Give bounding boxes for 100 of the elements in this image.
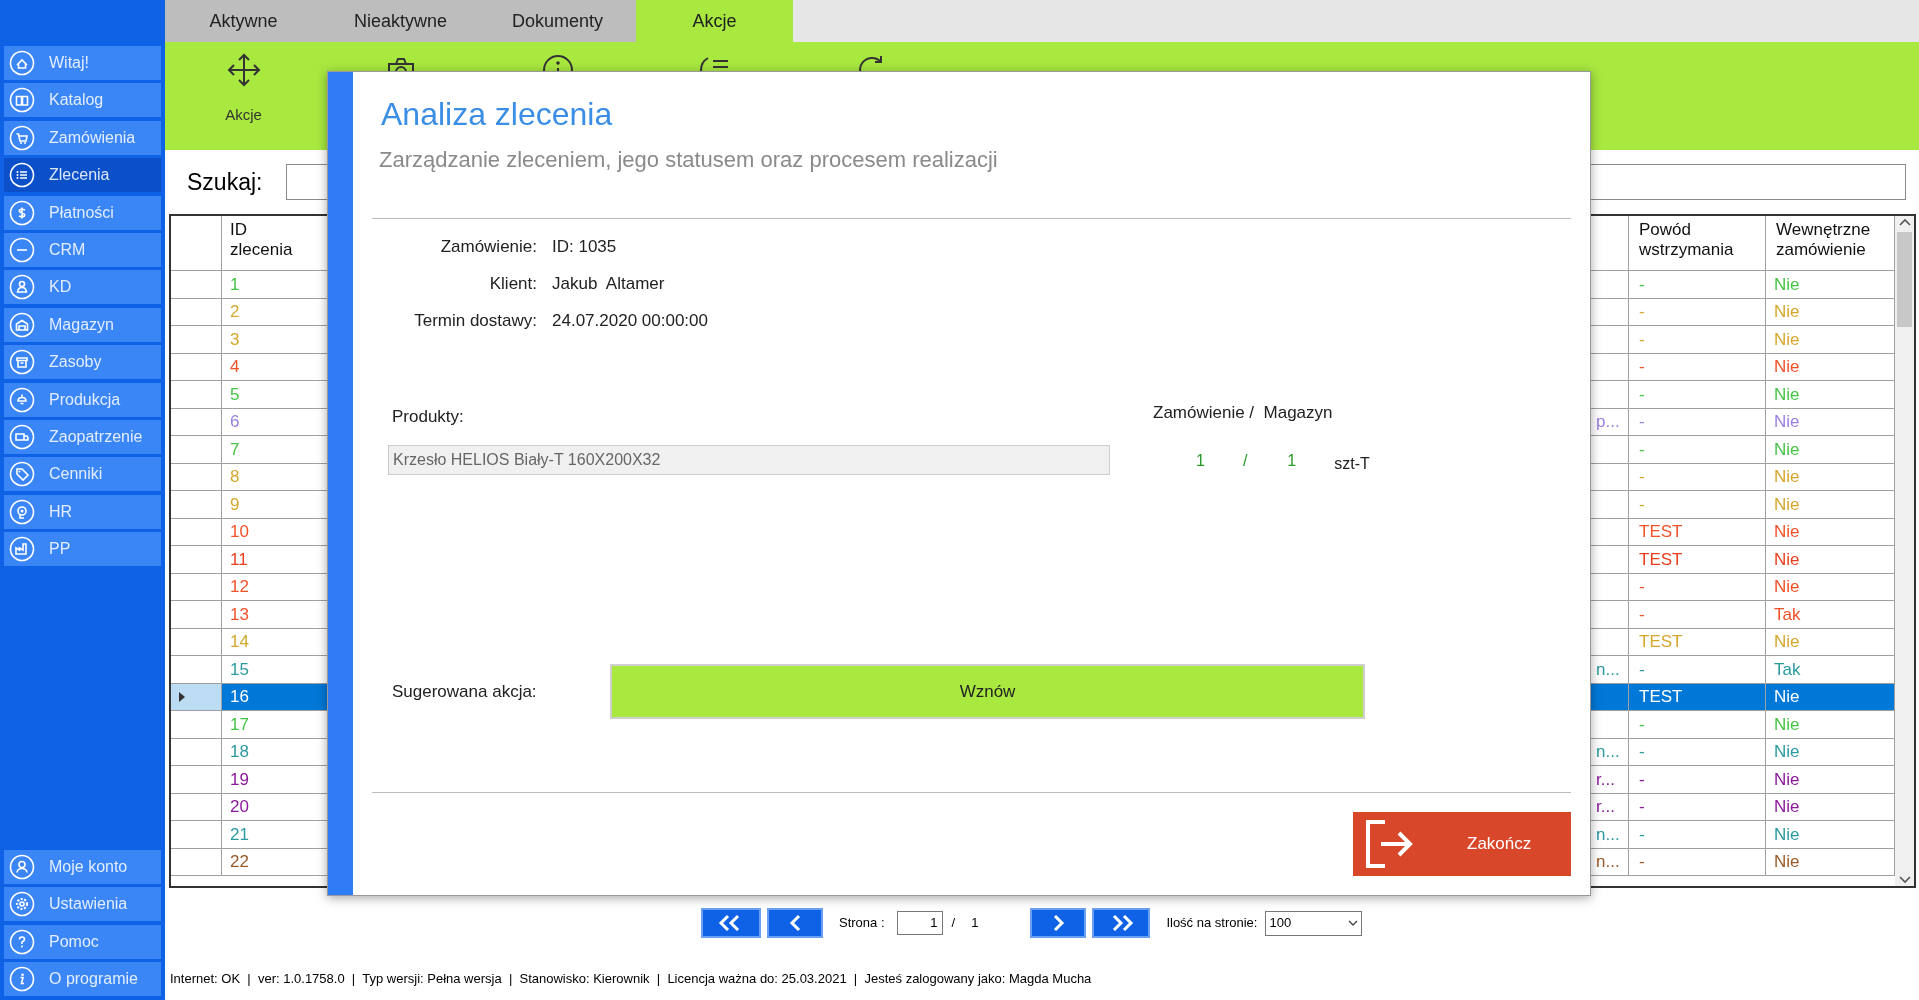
product-field: Krzesło HELIOS Biały-T 160X200X32 [388,445,1110,475]
table-cell: TEST [1629,683,1766,710]
exit-icon [1363,819,1415,869]
table-cell: r... [1594,793,1629,820]
chevron-right-icon [1051,914,1065,932]
list-icon [9,162,35,189]
per-page-select[interactable]: 100 [1265,910,1363,936]
table-cell: - [1629,271,1766,298]
help-icon [9,928,35,955]
warehouse-icon [9,311,35,338]
dialog-title: Analiza zlecenia [381,95,614,134]
user-icon [9,853,35,880]
table-cell: - [1629,601,1766,628]
sidebar-item[interactable]: Zasoby [4,345,161,380]
tab[interactable]: Dokumenty [479,0,636,42]
sidebar-item[interactable]: Witaj! [4,46,161,80]
field-value: ID: 1035 [552,236,618,258]
chevron-left-icon [788,914,802,932]
table-cell: - [1629,298,1766,325]
tab[interactable]: Nieaktywne [322,0,479,42]
table-cell: - [1629,821,1766,848]
sidebar-item[interactable]: Pomoc [4,924,161,959]
table-cell: n... [1594,848,1629,875]
page-separator: / [951,914,956,933]
sidebar-item[interactable]: CRM [4,232,161,267]
finish-button[interactable]: Zakończ [1353,812,1571,876]
table-cell: TEST [1629,546,1766,573]
table-cell: - [1629,793,1766,820]
table-cell: - [1629,711,1766,738]
search-label: Szukaj: [187,167,263,197]
book-icon [9,87,35,114]
sidebar-item[interactable]: Ustawienia [4,887,161,922]
sidebar-item[interactable]: PP [4,532,161,567]
table-cell: n... [1594,821,1629,848]
info-icon [9,966,35,992]
suggested-action-button[interactable]: Wznów [610,664,1365,719]
field-label: Zamówienie: [439,236,537,258]
lamp-icon [9,386,35,413]
table-cell: - [1629,463,1766,490]
table-cell: - [1629,408,1766,435]
sidebar-item[interactable]: Płatności [4,195,161,230]
table-cell: TEST [1629,628,1766,655]
scroll-up-icon[interactable] [1898,218,1911,226]
toolbar-button-label[interactable]: Akcje [225,104,262,127]
tag-icon [9,461,35,488]
per-page-label: Ilość na stronie: [1166,914,1258,933]
sidebar-item[interactable]: Produkcja [4,382,161,417]
field-value: Jakub Altamer [552,273,666,295]
truck-icon [9,423,35,450]
sidebar-item[interactable]: O programie [4,962,161,996]
quantity-header: Zamówienie / Magazyn [1153,402,1334,424]
sidebar-item[interactable]: Zamówienia [4,120,161,155]
table-cell: - [1629,656,1766,683]
dialog-subtitle: Zarządzanie zleceniem, jego statusem oraz procesem realizacji [379,146,999,174]
scrollbar-thumb[interactable] [1897,232,1912,327]
table-cell: - [1629,381,1766,408]
last-page-button[interactable] [1092,908,1151,938]
first-page-button[interactable] [701,908,761,938]
scroll-down-icon[interactable] [1898,876,1911,884]
move-icon[interactable] [225,52,262,88]
column-header[interactable]: Powód wstrzymania [1639,220,1765,270]
products-label: Produkty: [392,406,465,428]
sidebar-item[interactable]: HR [4,494,161,529]
table-cell: r... [1594,766,1629,793]
dropdown-caret-icon [1348,920,1359,926]
row-header[interactable] [171,683,222,710]
unit-label: szt-T [1334,454,1370,474]
cart-icon [9,124,35,151]
sidebar-item[interactable]: Magazyn [4,307,161,342]
field-value: 24.07.2020 00:00:00 [552,310,709,332]
stock-quantity: 1 [1287,451,1297,471]
table-cell: n... [1594,656,1629,683]
sidebar-item[interactable]: Cenniki [4,457,161,492]
table-cell: - [1629,436,1766,463]
quantity-separator: / [1242,451,1248,471]
sidebar-item[interactable]: Katalog [4,83,161,118]
table-cell: - [1629,738,1766,765]
home-icon [9,50,35,76]
table-cell: - [1629,766,1766,793]
previous-page-button[interactable] [767,908,823,938]
sidebar-item[interactable]: Zaopatrzenie [4,419,161,454]
page-label: Strona : [839,914,885,933]
sidebar-item[interactable]: KD [4,270,161,305]
table-cell: - [1629,491,1766,518]
table-cell: - [1629,573,1766,600]
table-cell: - [1629,326,1766,353]
factory-icon [9,536,35,563]
page-total: 1 [971,914,979,933]
current-row-icon [179,691,185,702]
sidebar-item[interactable]: Moje konto [4,849,161,884]
next-page-button[interactable] [1030,908,1087,938]
page-input[interactable]: 1 [896,911,943,935]
tab[interactable]: Akcje [636,0,793,42]
column-header[interactable]: ID zlecenia [230,220,310,270]
table-cell: TEST [1629,518,1766,545]
sidebar-item[interactable]: Zlecenia [4,158,161,193]
ordered-quantity: 1 [1196,451,1205,471]
tab[interactable]: Aktywne [165,0,322,42]
scrollbar[interactable] [1895,216,1914,886]
column-header[interactable]: Wewnętrzne zamówienie [1776,220,1894,270]
